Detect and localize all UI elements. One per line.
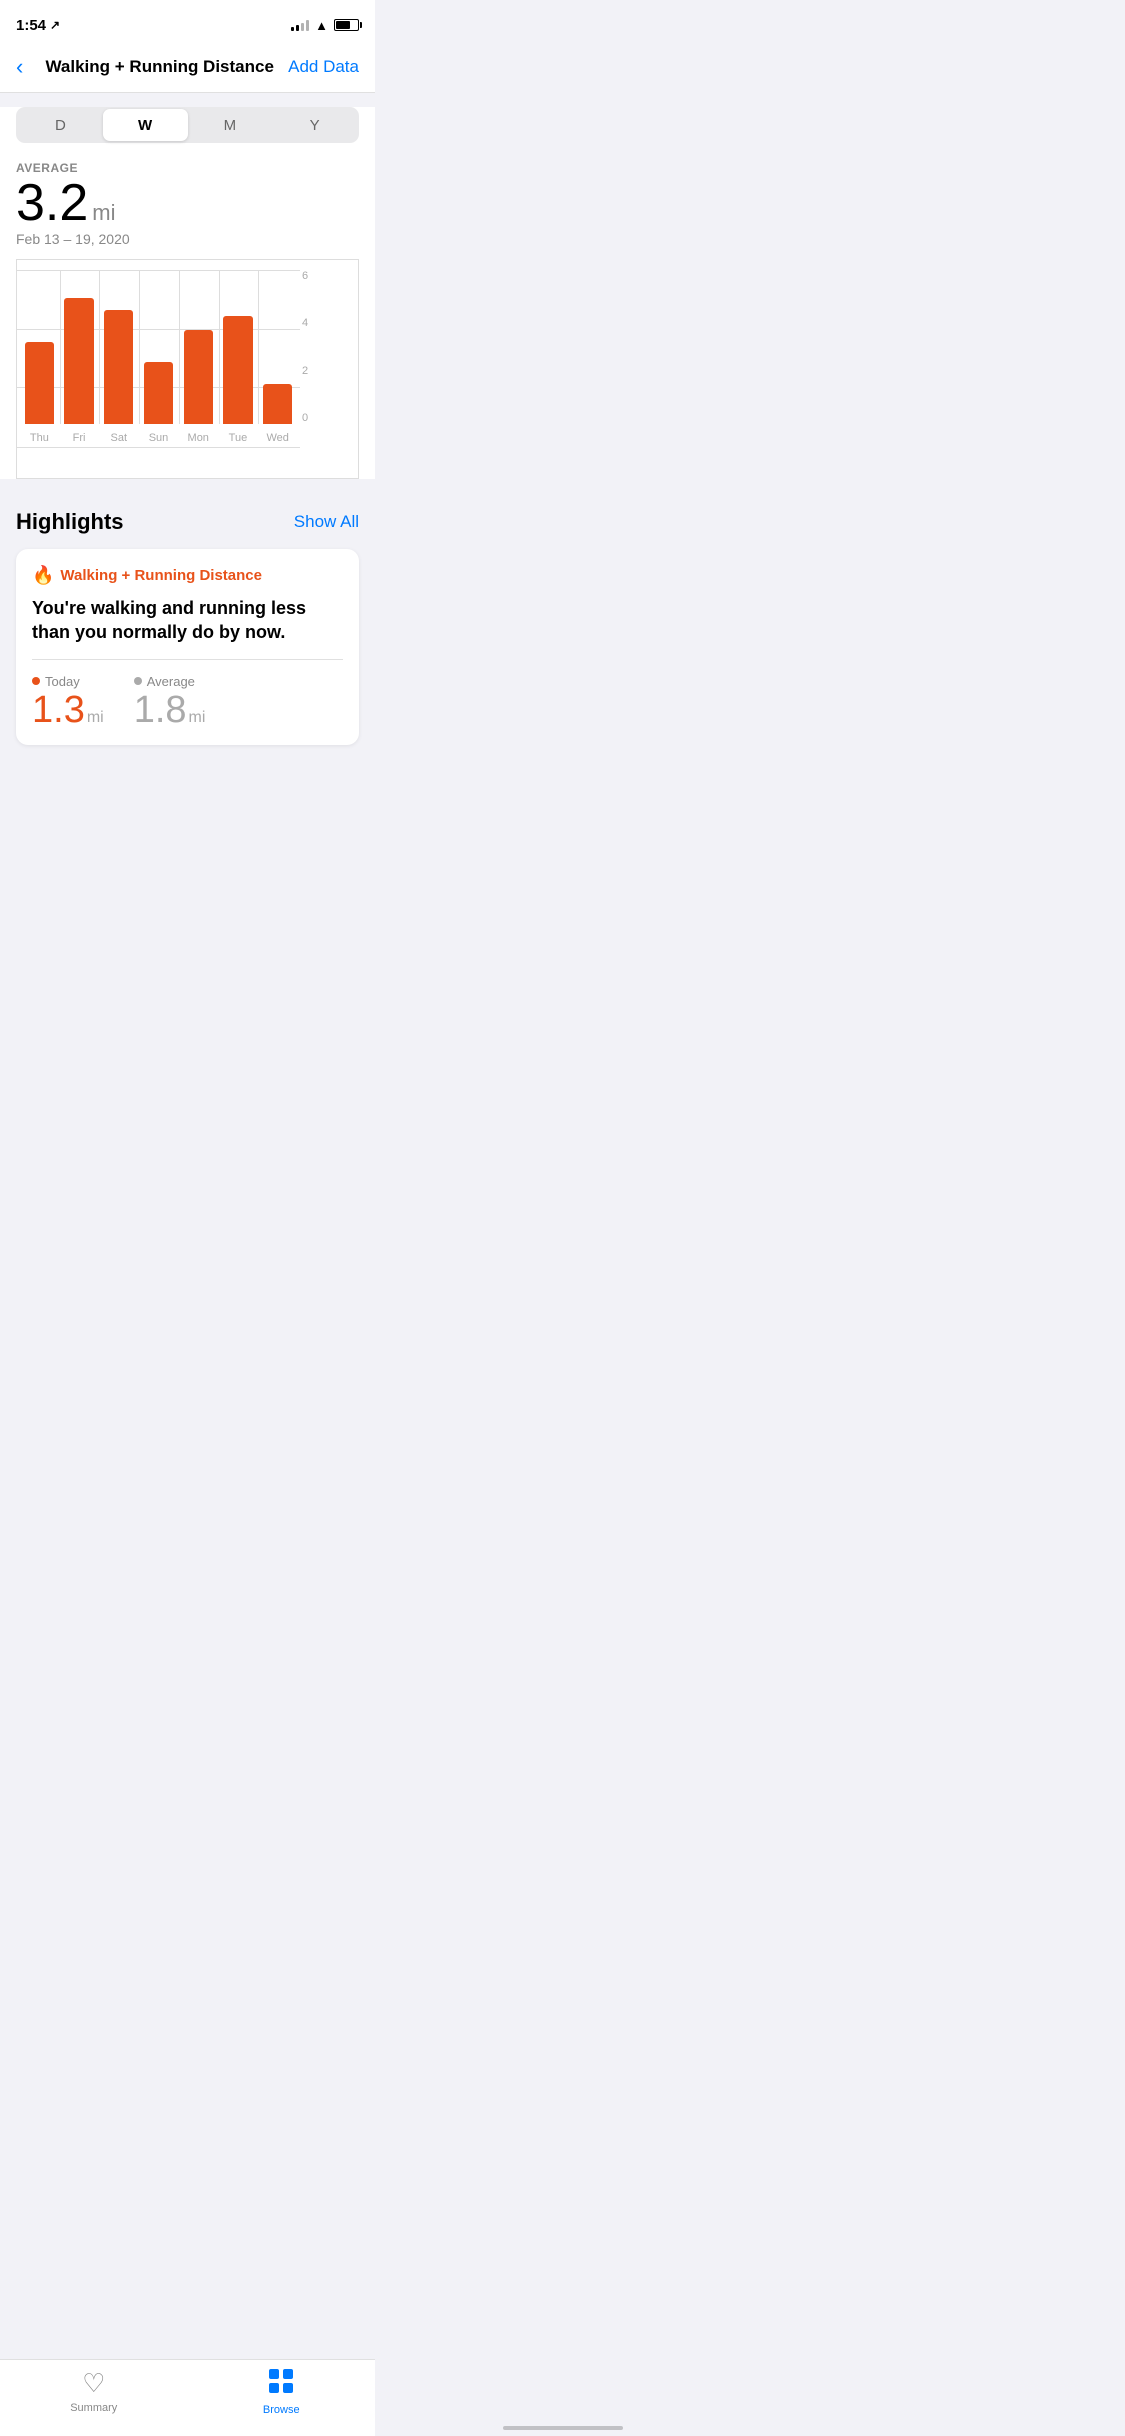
card-divider	[32, 659, 343, 660]
average-stat-label: Average	[134, 674, 206, 689]
period-month[interactable]: M	[188, 109, 273, 141]
highlights-section: Highlights Show All 🔥 Walking + Running …	[0, 489, 375, 761]
status-time: 1:54 ↗	[16, 17, 60, 34]
average-label: AVERAGE	[16, 161, 359, 175]
tab-browse[interactable]: Browse	[188, 2368, 376, 2416]
today-dot	[32, 677, 40, 685]
highlights-title: Highlights	[16, 509, 124, 535]
card-message: You're walking and running less than you…	[32, 596, 343, 645]
bar-sat	[104, 310, 133, 424]
date-range: Feb 13 – 19, 2020	[16, 231, 359, 247]
bars-container: Thu Fri Sat Sun	[17, 270, 300, 424]
today-value: 1.3	[32, 691, 85, 729]
today-value-row: 1.3 mi	[32, 691, 104, 729]
status-icons: ▲	[291, 18, 359, 33]
location-icon: ↗	[50, 18, 60, 32]
y-label-0: 0	[302, 412, 326, 424]
average-dot	[134, 677, 142, 685]
tab-bar: ♡ Summary Browse	[0, 2359, 375, 2436]
home-indicator	[503, 2426, 623, 2430]
bar-label-tue: Tue	[220, 432, 257, 444]
card-category: 🔥 Walking + Running Distance	[32, 565, 343, 586]
today-label: Today	[32, 674, 104, 689]
today-unit: mi	[87, 709, 104, 727]
battery-icon	[334, 19, 359, 31]
fire-icon: 🔥	[32, 565, 54, 586]
period-day[interactable]: D	[18, 109, 103, 141]
signal-icon	[291, 19, 309, 31]
average-value-row: 1.8 mi	[134, 691, 206, 729]
bar-label-fri: Fri	[61, 432, 98, 444]
bar-label-mon: Mon	[180, 432, 217, 444]
bar-sun	[144, 362, 173, 424]
bar-thu	[25, 342, 54, 424]
period-selector: D W M Y	[16, 107, 359, 143]
main-content: D W M Y AVERAGE 3.2 mi Feb 13 – 19, 2020…	[0, 107, 375, 479]
y-label-6: 6	[302, 270, 326, 282]
header: ‹ Walking + Running Distance Add Data	[0, 44, 375, 93]
show-all-button[interactable]: Show All	[294, 512, 359, 532]
page-title: Walking + Running Distance	[31, 57, 288, 77]
period-week[interactable]: W	[103, 109, 188, 141]
bar-col-fri: Fri	[61, 270, 98, 424]
wifi-icon: ▲	[315, 18, 328, 33]
card-stats: Today 1.3 mi Average 1.8 mi	[32, 674, 343, 729]
browse-grid-icon	[268, 2368, 294, 2401]
y-label-2: 2	[302, 365, 326, 377]
average-value: 1.8	[134, 691, 187, 729]
period-year[interactable]: Y	[272, 109, 357, 141]
bar-chart: 6 4 2 0 Thu Fri	[16, 259, 359, 479]
back-button[interactable]: ‹	[16, 56, 23, 78]
heart-icon: ♡	[82, 2368, 105, 2399]
tab-summary[interactable]: ♡ Summary	[0, 2368, 188, 2416]
average-unit: mi	[92, 200, 115, 226]
bar-label-sat: Sat	[100, 432, 137, 444]
bar-label-thu: Thu	[21, 432, 58, 444]
bar-col-sun: Sun	[140, 270, 177, 424]
average-value: 3.2 mi	[16, 177, 359, 229]
status-bar: 1:54 ↗ ▲	[0, 0, 375, 44]
bar-col-tue: Tue	[220, 270, 257, 424]
bar-mon	[184, 330, 213, 424]
today-stat: Today 1.3 mi	[32, 674, 104, 729]
average-stat: Average 1.8 mi	[134, 674, 206, 729]
bar-col-thu: Thu	[21, 270, 58, 424]
section-divider	[0, 479, 375, 489]
y-label-4: 4	[302, 317, 326, 329]
bar-label-wed: Wed	[259, 432, 296, 444]
highlight-card: 🔥 Walking + Running Distance You're walk…	[16, 549, 359, 745]
bar-col-sat: Sat	[100, 270, 137, 424]
bar-col-wed: Wed	[259, 270, 296, 424]
highlights-header: Highlights Show All	[16, 509, 359, 535]
tab-summary-label: Summary	[70, 2402, 117, 2414]
add-data-button[interactable]: Add Data	[288, 57, 359, 77]
average-number: 3.2	[16, 177, 88, 229]
bar-fri	[64, 298, 93, 424]
bar-label-sun: Sun	[140, 432, 177, 444]
bar-wed	[263, 384, 292, 424]
tab-browse-label: Browse	[263, 2404, 300, 2416]
category-name: Walking + Running Distance	[60, 567, 262, 584]
bar-tue	[223, 316, 252, 424]
average-unit: mi	[189, 709, 206, 727]
bar-col-mon: Mon	[180, 270, 217, 424]
